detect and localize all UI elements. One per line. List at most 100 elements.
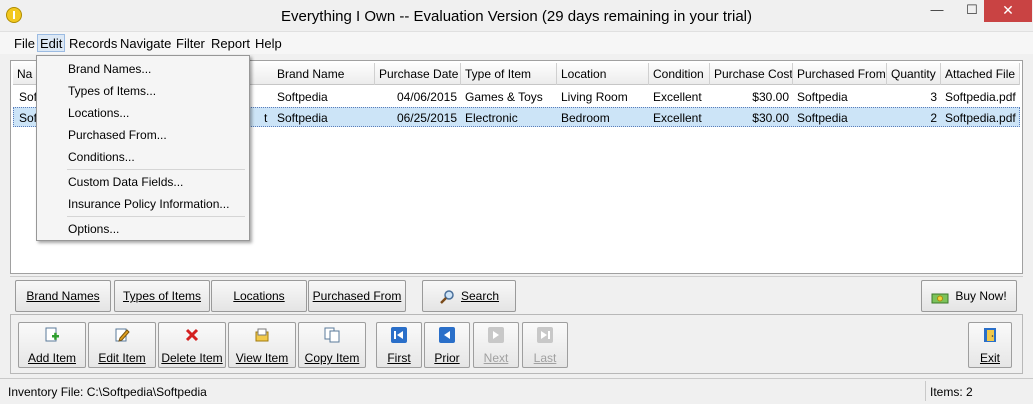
delete-item-label: Delete Item [161, 351, 223, 365]
col-purchase-date[interactable]: Purchase Date [375, 63, 461, 85]
cell-quantity: 3 [930, 90, 937, 104]
copy-item-button[interactable]: Copy Item [298, 322, 366, 368]
main-toolbar: Add Item Edit Item Delete Item View Item… [10, 314, 1023, 374]
add-item-button[interactable]: Add Item [18, 322, 86, 368]
edit-item-icon [115, 328, 130, 342]
col-brand-name[interactable]: Brand Name [273, 63, 375, 85]
menu-locations[interactable]: Locations... [68, 103, 129, 123]
last-button[interactable]: Last [522, 322, 568, 368]
menu-types-of-items[interactable]: Types of Items... [68, 81, 156, 101]
edit-item-label: Edit Item [98, 351, 146, 365]
menu-file[interactable]: File [12, 36, 37, 54]
cell-date: 04/06/2015 [396, 90, 457, 104]
menu-options[interactable]: Options... [68, 219, 119, 239]
exit-button[interactable]: Exit [968, 322, 1012, 368]
brand-names-label: Brand Names [26, 289, 100, 303]
cell-type: Games & Toys [465, 90, 543, 104]
brand-names-button[interactable]: Brand Names [15, 280, 111, 312]
cell-brand: Softpedia [277, 90, 328, 104]
cell-location: Bedroom [561, 111, 610, 125]
menu-brand-names[interactable]: Brand Names... [68, 59, 151, 79]
menu-filter[interactable]: Filter [174, 36, 207, 54]
minimize-button[interactable]: — [920, 0, 954, 22]
last-label: Last [533, 351, 557, 365]
menu-insurance-policy[interactable]: Insurance Policy Information... [68, 194, 229, 214]
cell-file: Softpedia.pdf [945, 111, 1016, 125]
cell-file: Softpedia.pdf [945, 90, 1016, 104]
prior-icon [439, 327, 455, 343]
menu-purchased-from[interactable]: Purchased From... [68, 125, 167, 145]
locations-label: Locations [233, 289, 285, 303]
edit-item-button[interactable]: Edit Item [88, 322, 156, 368]
col-purchased-from[interactable]: Purchased From [793, 63, 887, 85]
inventory-file-status: Inventory File: C:\Softpedia\Softpedia [8, 385, 207, 399]
cell-condition: Excellent [653, 90, 702, 104]
cell-type: Electronic [465, 111, 518, 125]
cell-condition: Excellent [653, 111, 702, 125]
next-button[interactable]: Next [473, 322, 519, 368]
cell-hidden-col: t [264, 111, 268, 125]
types-of-items-button[interactable]: Types of Items [114, 280, 210, 312]
first-button[interactable]: First [376, 322, 422, 368]
exit-label: Exit [979, 351, 1000, 365]
add-item-icon [45, 327, 59, 342]
cell-brand: Softpedia [277, 111, 328, 125]
lookup-button-bar: Brand Names Types of Items Locations Pur… [10, 276, 1023, 313]
purchased-from-label: Purchased From [312, 289, 402, 303]
window-title: Everything I Own -- Evaluation Version (… [280, 8, 753, 25]
edit-menu-dropdown: Brand Names... Types of Items... Locatio… [36, 55, 250, 241]
menu-bar: File Edit Records Navigate Filter Report… [0, 32, 1033, 54]
menu-separator [67, 216, 245, 217]
menu-custom-data-fields[interactable]: Custom Data Fields... [68, 172, 183, 192]
cell-from: Softpedia [797, 111, 848, 125]
buy-now-button[interactable]: Buy Now! [921, 280, 1017, 312]
view-item-label: View Item [235, 351, 289, 365]
col-purchase-cost[interactable]: Purchase Cost [710, 63, 793, 85]
col-type-of-item[interactable]: Type of Item [461, 63, 557, 85]
view-item-icon [255, 328, 269, 342]
delete-item-button[interactable]: Delete Item [158, 322, 226, 368]
menu-navigate[interactable]: Navigate [118, 36, 173, 54]
copy-icon [324, 327, 340, 343]
col-quantity[interactable]: Quantity [887, 63, 941, 85]
next-icon [488, 327, 504, 343]
status-bar: Inventory File: C:\Softpedia\Softpedia I… [0, 378, 1033, 404]
search-label: Search [460, 289, 500, 303]
prior-label: Prior [434, 351, 460, 365]
cell-date: 06/25/2015 [396, 111, 457, 125]
items-count-status: Items: 2 [930, 385, 973, 399]
cell-from: Softpedia [797, 90, 848, 104]
search-icon [440, 290, 454, 304]
cell-cost: $30.00 [752, 111, 789, 125]
types-of-items-label: Types of Items [122, 289, 202, 303]
exit-door-icon [984, 328, 996, 342]
menu-edit[interactable]: Edit [37, 34, 66, 52]
next-label: Next [483, 351, 509, 365]
add-item-label: Add Item [27, 351, 77, 365]
col-location[interactable]: Location [557, 63, 649, 85]
cell-quantity: 2 [930, 111, 937, 125]
search-button[interactable]: Search [422, 280, 516, 312]
menu-help[interactable]: Help [253, 36, 284, 54]
prior-button[interactable]: Prior [424, 322, 470, 368]
money-icon [931, 293, 949, 304]
title-bar: Everything I Own -- Evaluation Version (… [0, 0, 1033, 32]
last-icon [537, 327, 553, 343]
col-condition[interactable]: Condition [649, 63, 710, 85]
status-divider [925, 381, 926, 401]
delete-icon [185, 328, 199, 342]
locations-button[interactable]: Locations [211, 280, 307, 312]
view-item-button[interactable]: View Item [228, 322, 296, 368]
col-attached-file[interactable]: Attached File [941, 63, 1020, 85]
menu-separator [67, 169, 245, 170]
purchased-from-button[interactable]: Purchased From [308, 280, 406, 312]
buy-now-label: Buy Now! [955, 289, 1007, 303]
close-button[interactable]: ✕ [984, 0, 1032, 22]
first-icon [391, 327, 407, 343]
menu-conditions[interactable]: Conditions... [68, 147, 135, 167]
first-label: First [387, 351, 411, 365]
menu-records[interactable]: Records [67, 36, 119, 54]
copy-item-label: Copy Item [304, 351, 360, 365]
cell-location: Living Room [561, 90, 628, 104]
menu-report[interactable]: Report [209, 36, 252, 54]
